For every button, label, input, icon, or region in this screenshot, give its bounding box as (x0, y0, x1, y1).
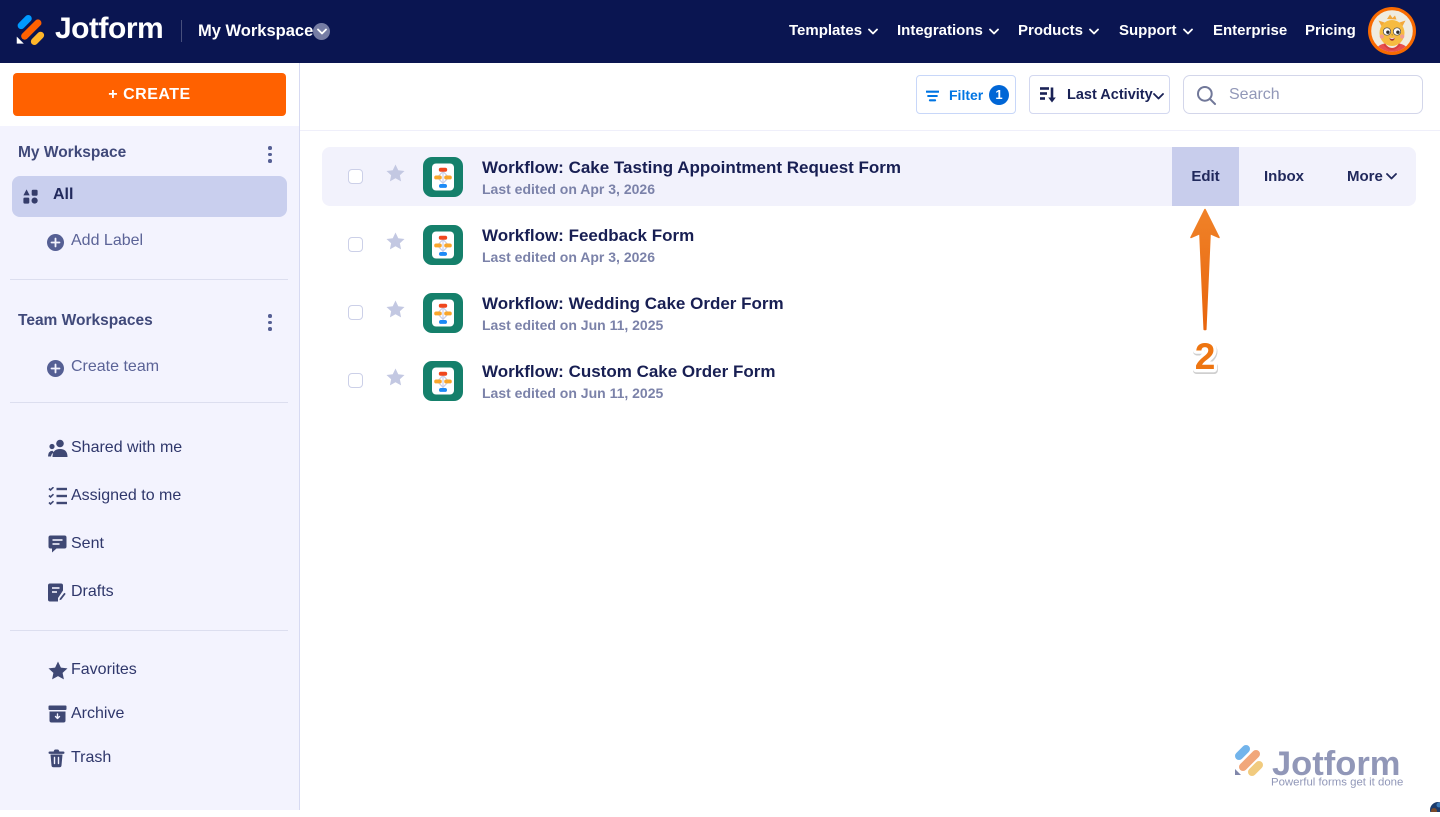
svg-text:Powerful forms get it done: Powerful forms get it done (1271, 777, 1403, 789)
svg-text:2: 2 (1195, 336, 1216, 376)
